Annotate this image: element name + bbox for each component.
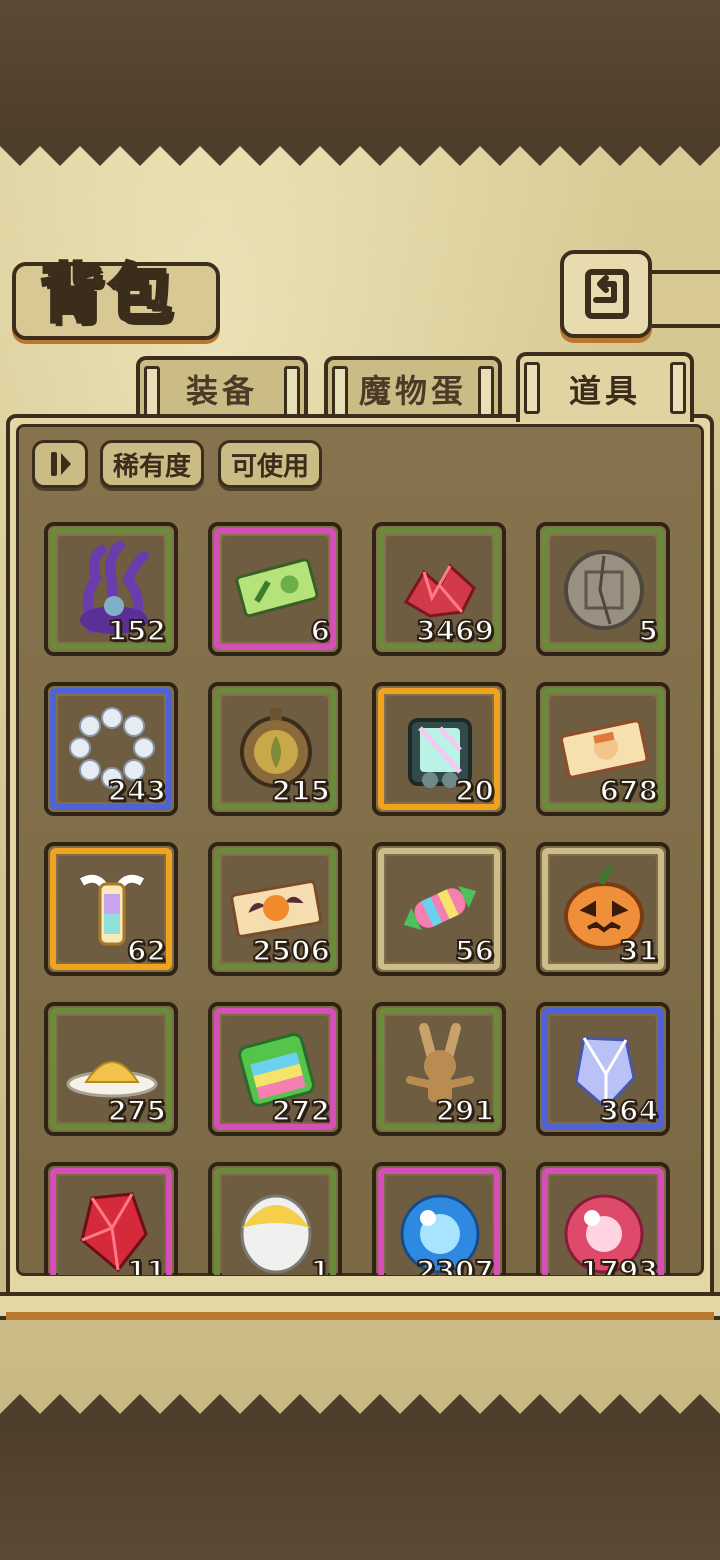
sort-toggle-button[interactable] [32,440,88,488]
item-slot[interactable]: 275 [44,1002,178,1136]
page-title: 背包 [39,257,176,334]
rarity-filter-button[interactable]: 稀有度 [100,440,204,488]
item-slot[interactable]: 20 [372,682,506,816]
item-slot[interactable]: 2307 [372,1162,506,1275]
tab-label: 装备 [185,372,258,410]
item-count: 364 [599,1093,659,1128]
tab-post [524,362,540,414]
item-count: 20 [454,773,495,808]
item-count: 5 [637,613,659,648]
torn-edge-bottom [0,1394,720,1420]
item-count: 275 [107,1093,167,1128]
item-count: 62 [126,933,167,968]
usable-filter-button[interactable]: 可使用 [218,440,322,488]
item-slot[interactable]: 678 [536,682,670,816]
item-slot[interactable]: 272 [208,1002,342,1136]
item-count: 291 [435,1093,495,1128]
item-count: 31 [618,933,659,968]
tab-label: 道具 [568,372,641,410]
item-count: 152 [107,613,167,648]
item-slot[interactable]: 62 [44,842,178,976]
panel-bottom-shadow [6,1312,714,1320]
tab-post [332,366,348,418]
item-slot[interactable]: 5 [536,522,670,656]
item-count: 1 [309,1253,331,1275]
item-slot[interactable]: 56 [372,842,506,976]
tab-post [144,366,160,418]
item-slot[interactable]: 2506 [208,842,342,976]
return-arrow-icon [585,269,629,319]
item-count: 678 [599,773,659,808]
tab-equipment[interactable]: 装备 [136,356,308,418]
item-grid: 152 6 3469 5 243 215 20 678 62 2506 56 31 275 272 291 3… [16,510,704,1275]
item-slot[interactable]: 243 [44,682,178,816]
tab-post [670,362,686,414]
item-slot[interactable]: 11 [44,1162,178,1275]
item-slot[interactable]: 152 [44,522,178,656]
tab-items[interactable]: 道具 [516,352,694,422]
item-count: 56 [454,933,495,968]
item-slot[interactable]: 215 [208,682,342,816]
item-count: 2307 [415,1253,495,1275]
tab-label: 魔物蛋 [358,372,467,410]
back-control [560,250,720,338]
item-count: 243 [107,773,167,808]
tab-post [478,366,494,418]
torn-edge-top [0,140,720,166]
item-count: 3469 [415,613,495,648]
item-count: 11 [126,1253,167,1275]
bottom-background [0,1420,720,1560]
item-slot[interactable]: 6 [208,522,342,656]
item-slot[interactable]: 31 [536,842,670,976]
item-slot[interactable]: 1 [208,1162,342,1275]
item-slot[interactable]: 1793 [536,1162,670,1275]
item-count: 272 [271,1093,331,1128]
item-slot[interactable]: 364 [536,1002,670,1136]
tab-monster-eggs[interactable]: 魔物蛋 [324,356,502,418]
item-count: 1793 [579,1253,659,1275]
top-background [0,0,720,140]
item-slot[interactable]: 3469 [372,522,506,656]
back-button[interactable] [560,250,652,338]
item-count: 2506 [251,933,331,968]
item-count: 215 [271,773,331,808]
item-count: 6 [309,613,331,648]
item-slot[interactable]: 291 [372,1002,506,1136]
tab-post [284,366,300,418]
sort-toggle-icon [51,452,71,476]
